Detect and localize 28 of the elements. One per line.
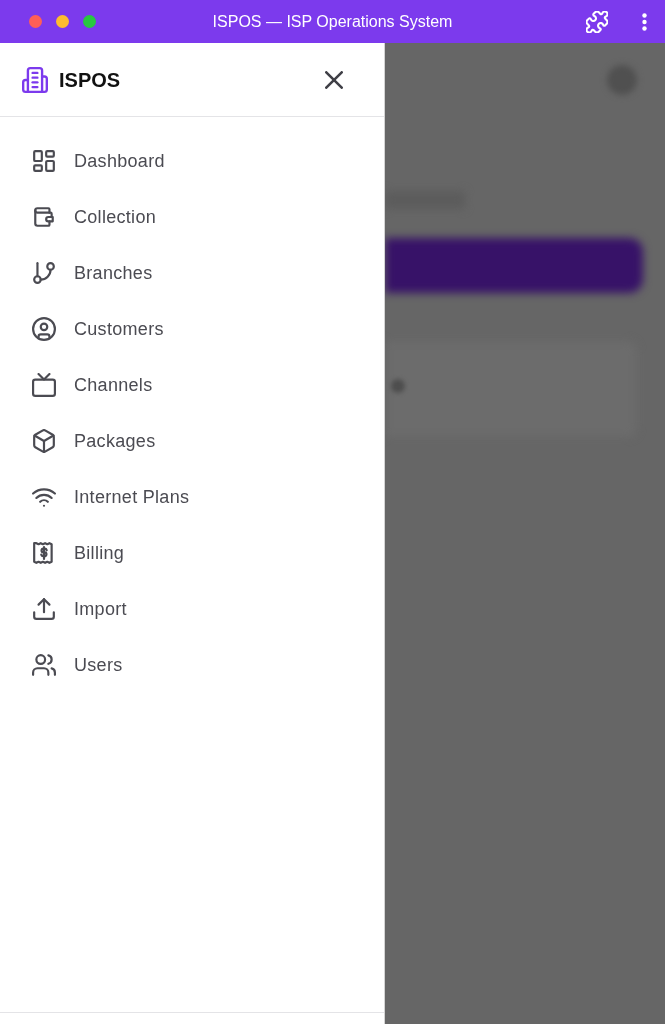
wifi-icon <box>32 485 56 509</box>
nav-item[interactable]: Collection <box>16 189 368 245</box>
wallet-icon <box>32 205 56 229</box>
app-name: ISPOS <box>59 67 121 93</box>
window-zoom-icon[interactable] <box>83 15 96 28</box>
close-icon <box>325 70 343 89</box>
window-title: ISPOS — ISP Operations System <box>212 13 453 30</box>
nav-item[interactable]: Packages <box>16 413 368 469</box>
receipt-dollar-icon <box>32 541 56 565</box>
nav-item[interactable]: Branches <box>16 245 368 301</box>
building-icon <box>22 66 48 93</box>
tv-icon <box>32 373 56 397</box>
box-icon <box>32 429 56 453</box>
user-circle-icon <box>32 317 56 341</box>
upload-icon <box>32 597 56 621</box>
nav-item[interactable]: Import <box>16 581 368 637</box>
branch-icon <box>32 261 56 285</box>
nav-item[interactable]: Channels <box>16 357 368 413</box>
nav-item[interactable]: Dashboard <box>16 133 368 189</box>
nav-item[interactable]: Internet Plans <box>16 469 368 525</box>
nav-item[interactable]: Billing <box>16 525 368 581</box>
users-icon <box>32 653 56 677</box>
more-options-icon[interactable] <box>642 12 647 31</box>
puzzle-icon[interactable] <box>586 10 608 33</box>
nav-item[interactable]: Users <box>16 637 368 693</box>
dashboard-grid-icon <box>32 149 56 173</box>
window-minimize-icon[interactable] <box>56 15 69 28</box>
nav-item[interactable]: Customers <box>16 301 368 357</box>
